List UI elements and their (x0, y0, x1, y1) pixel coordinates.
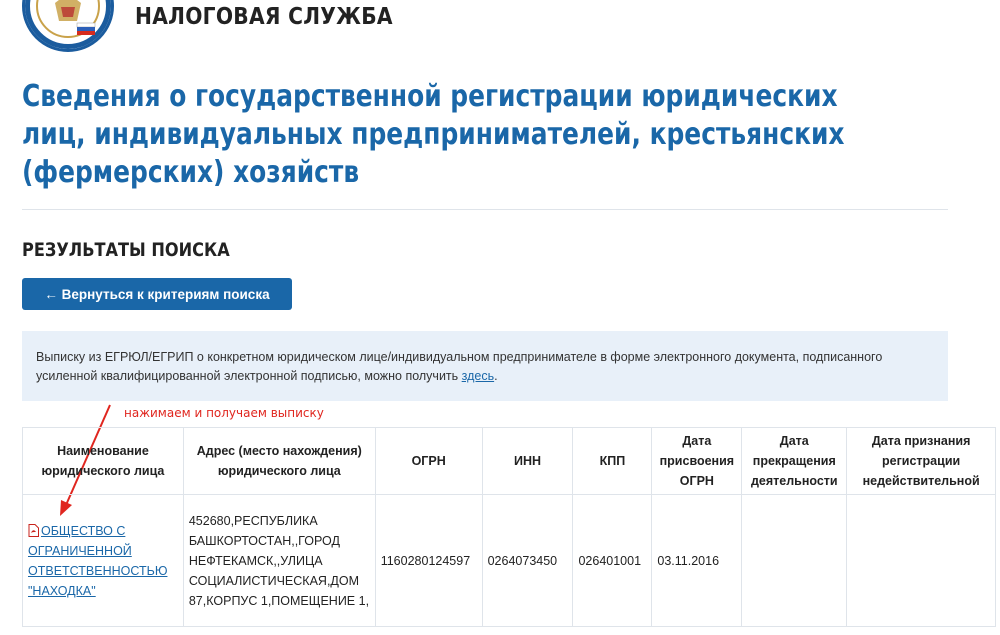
header-ogrn-date: Дата присвоения ОГРН (651, 427, 743, 495)
pdf-icon (28, 523, 39, 537)
annotation-text: нажимаем и получаем выписку (124, 406, 324, 420)
table-row: ОБЩЕСТВО С ОГРАНИЧЕННОЙ ОТВЕТСТВЕННОСТЬЮ… (22, 494, 996, 627)
title-divider (22, 209, 948, 210)
service-name: НАЛОГОВАЯ СЛУЖБА (135, 4, 393, 30)
header-invalid-date: Дата признания регистрации недействитель… (846, 427, 996, 495)
header-ogrn: ОГРН (374, 427, 483, 495)
header-kpp: КПП (572, 427, 653, 495)
cell-kpp: 026401001 (572, 494, 653, 627)
page-title: Сведения о государственной регистрации ю… (22, 79, 845, 190)
header-end-date: Дата прекращения деятельности (741, 427, 848, 495)
cell-name: ОБЩЕСТВО С ОГРАНИЧЕННОЙ ОТВЕТСТВЕННОСТЬЮ… (22, 494, 184, 627)
company-name: ОБЩЕСТВО С ОГРАНИЧЕННОЙ ОТВЕТСТВЕННОСТЬЮ… (28, 523, 168, 598)
fns-logo-icon[interactable] (22, 0, 114, 52)
results-table: Наименование юридического лица Адрес (ме… (22, 427, 996, 627)
results-heading: РЕЗУЛЬТАТЫ ПОИСКА (22, 239, 230, 261)
info-text: Выписку из ЕГРЮЛ/ЕГРИП о конкретном юрид… (36, 350, 883, 383)
header-address: Адрес (место нахождения) юридического ли… (182, 427, 376, 495)
header-name: Наименование юридического лица (22, 427, 184, 495)
cell-address: 452680,РЕСПУБЛИКА БАШКОРТОСТАН,,ГОРОД НЕ… (182, 494, 376, 627)
cell-ogrn-date: 03.11.2016 (651, 494, 743, 627)
cell-invalid-date (846, 494, 996, 627)
company-extract-link[interactable]: ОБЩЕСТВО С ОГРАНИЧЕННОЙ ОТВЕТСТВЕННОСТЬЮ… (28, 523, 168, 598)
info-text-end: . (494, 369, 498, 383)
table-header-row: Наименование юридического лица Адрес (ме… (22, 427, 996, 495)
info-here-link[interactable]: здесь (462, 369, 494, 383)
header-inn: ИНН (481, 427, 574, 495)
cell-end-date (741, 494, 848, 627)
cell-inn: 0264073450 (481, 494, 574, 627)
back-to-criteria-button[interactable]: ← Вернуться к критериям поиска (22, 278, 292, 310)
cell-ogrn: 1160280124597 (374, 494, 483, 627)
info-box: Выписку из ЕГРЮЛ/ЕГРИП о конкретном юрид… (22, 331, 948, 401)
